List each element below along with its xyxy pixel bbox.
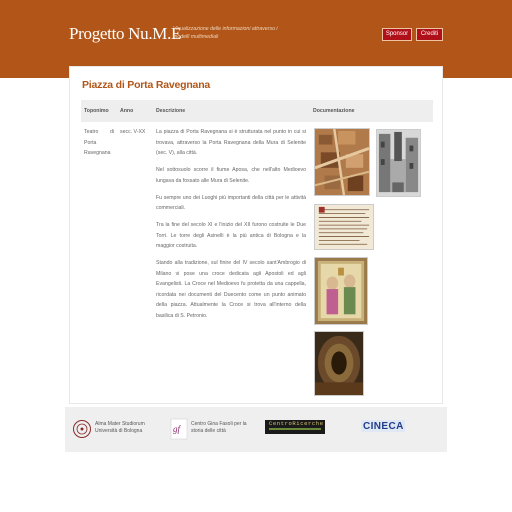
table-header: Toponimo Anno Descrizione Documentazione <box>81 100 433 122</box>
cineca-logo[interactable]: CINECA <box>361 420 405 434</box>
painting-thumbnail[interactable] <box>314 257 368 325</box>
aerial-map-thumbnail[interactable] <box>314 128 370 196</box>
manuscript-page-thumbnail[interactable] <box>314 204 374 250</box>
description-paragraph: Tra la fine del secolo XI e l'inizio del… <box>156 222 306 249</box>
description-paragraph: Fu sempre uno dei Luoghi più importanti … <box>156 194 306 212</box>
description-paragraph: Stando alla tradizione, sul finire del I… <box>156 260 306 319</box>
column-header-descrizione: Descrizione <box>156 108 186 114</box>
credits-button[interactable]: Crediti <box>416 28 443 41</box>
column-header-anno: Anno <box>120 108 134 114</box>
description-paragraph: La piazza di Porta Ravegnana si è strutt… <box>156 129 306 156</box>
footer: Alma Mater Studiorum Università di Bolog… <box>65 407 447 452</box>
description-cell: La piazza di Porta Ravegnana si è strutt… <box>156 127 306 328</box>
description-paragraph: Nel sottosuolo scorre il fiume Aposa, ch… <box>156 167 306 184</box>
underground-tunnel-thumbnail[interactable] <box>314 331 364 396</box>
content-card: Piazza di Porta Ravegnana Toponimo Anno … <box>69 66 443 404</box>
site-logo[interactable]: Progetto Nu.M.E <box>69 24 181 44</box>
centro-fasoli-logo-icon[interactable]: gf <box>170 418 188 440</box>
site-tagline: Visualizzazione delle informazioni attra… <box>173 26 278 40</box>
toponimo-cell: Teatro di Porta Ravegnana <box>84 129 114 156</box>
centroricerche-logo[interactable]: CentroRicerche <box>265 420 325 434</box>
university-name: Alma Mater Studiorum Università di Bolog… <box>95 421 145 434</box>
column-header-documentazione: Documentazione <box>313 108 355 114</box>
centroricerche-logo-text: CentroRicerche <box>269 420 324 427</box>
column-header-toponimo: Toponimo <box>84 108 109 114</box>
anno-cell: secc. V-XX <box>120 129 146 135</box>
sponsor-button[interactable]: Sponsor <box>382 28 412 41</box>
old-street-photo-thumbnail[interactable] <box>376 129 421 197</box>
university-seal-icon[interactable] <box>73 419 91 439</box>
page-title: Piazza di Porta Ravegnana <box>82 79 211 91</box>
cineca-logo-text: CINECA <box>363 421 404 432</box>
centro-fasoli-name: Centro Gina Fasoli per la storia delle c… <box>191 421 247 434</box>
